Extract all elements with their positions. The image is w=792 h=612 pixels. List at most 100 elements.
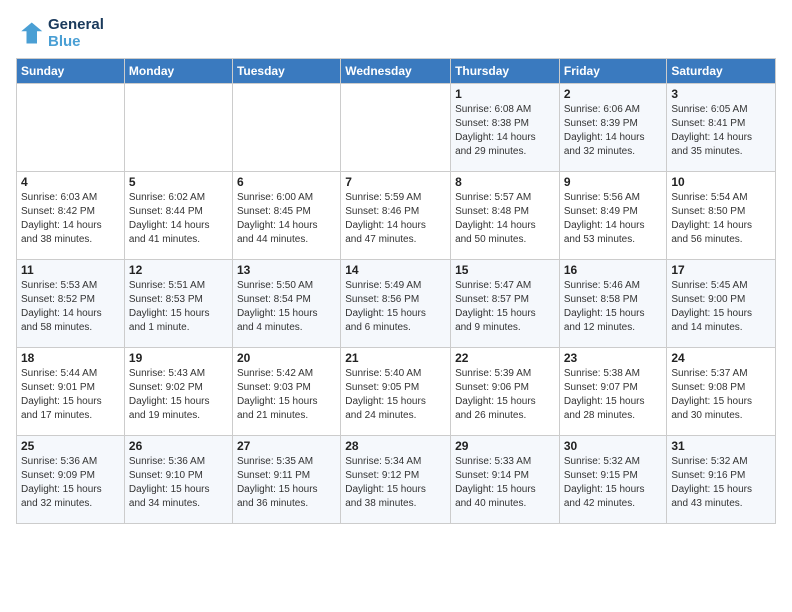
day-number: 17 xyxy=(671,263,771,277)
day-number: 9 xyxy=(564,175,663,189)
calendar-cell: 19Sunrise: 5:43 AM Sunset: 9:02 PM Dayli… xyxy=(124,348,232,436)
calendar-table: SundayMondayTuesdayWednesdayThursdayFrid… xyxy=(16,58,776,524)
page-header: General Blue xyxy=(16,16,776,50)
cell-info: Sunrise: 5:42 AM Sunset: 9:03 PM Dayligh… xyxy=(237,367,336,423)
cell-info: Sunrise: 5:32 AM Sunset: 9:16 PM Dayligh… xyxy=(671,455,771,511)
calendar-cell: 3 Sunrise: 6:05 AM Sunset: 8:41 PM Daylig… xyxy=(667,84,776,172)
calendar-cell: 9 Sunrise: 5:56 AM Sunset: 8:49 PM Daylig… xyxy=(559,172,667,260)
cell-info: Sunrise: 5:45 AM Sunset: 9:00 PM Dayligh… xyxy=(671,279,771,335)
calendar-cell: 7 Sunrise: 5:59 AM Sunset: 8:46 PM Daylig… xyxy=(341,172,451,260)
day-number: 25 xyxy=(21,439,120,453)
calendar-cell: 18Sunrise: 5:44 AM Sunset: 9:01 PM Dayli… xyxy=(17,348,125,436)
day-number: 6 xyxy=(237,175,336,189)
calendar-cell: 11 Sunrise: 5:53 AM Sunset: 8:52 PM Dayli… xyxy=(17,260,125,348)
cell-info: Sunrise: 5:57 AM Sunset: 8:48 PM Dayligh… xyxy=(455,191,555,247)
day-header-sunday: Sunday xyxy=(17,59,125,84)
calendar-cell: 14Sunrise: 5:49 AM Sunset: 8:56 PM Dayli… xyxy=(341,260,451,348)
day-number: 3 xyxy=(671,87,771,101)
cell-info: Sunrise: 6:03 AM Sunset: 8:42 PM Dayligh… xyxy=(21,191,120,247)
cell-info: Sunrise: 5:33 AM Sunset: 9:14 PM Dayligh… xyxy=(455,455,555,511)
calendar-cell: 27 Sunrise: 5:35 AM Sunset: 9:11 PM Dayli… xyxy=(232,436,340,524)
calendar-week-row: 4 Sunrise: 6:03 AM Sunset: 8:42 PM Daylig… xyxy=(17,172,776,260)
day-number: 26 xyxy=(129,439,228,453)
cell-info: Sunrise: 5:36 AM Sunset: 9:10 PM Dayligh… xyxy=(129,455,228,511)
day-number: 10 xyxy=(671,175,771,189)
calendar-cell: 15 Sunrise: 5:47 AM Sunset: 8:57 PM Dayli… xyxy=(451,260,560,348)
day-number: 1 xyxy=(455,87,555,101)
calendar-header-row: SundayMondayTuesdayWednesdayThursdayFrid… xyxy=(17,59,776,84)
day-number: 15 xyxy=(455,263,555,277)
calendar-week-row: 11 Sunrise: 5:53 AM Sunset: 8:52 PM Dayli… xyxy=(17,260,776,348)
day-header-friday: Friday xyxy=(559,59,667,84)
day-number: 21 xyxy=(345,351,446,365)
cell-info: Sunrise: 5:46 AM Sunset: 8:58 PM Dayligh… xyxy=(564,279,663,335)
day-number: 27 xyxy=(237,439,336,453)
day-number: 13 xyxy=(237,263,336,277)
calendar-cell: 31 Sunrise: 5:32 AM Sunset: 9:16 PM Dayli… xyxy=(667,436,776,524)
cell-info: Sunrise: 6:00 AM Sunset: 8:45 PM Dayligh… xyxy=(237,191,336,247)
day-header-thursday: Thursday xyxy=(451,59,560,84)
cell-info: Sunrise: 5:34 AM Sunset: 9:12 PM Dayligh… xyxy=(345,455,446,511)
cell-info: Sunrise: 6:05 AM Sunset: 8:41 PM Dayligh… xyxy=(671,103,771,159)
calendar-cell: 28 Sunrise: 5:34 AM Sunset: 9:12 PM Dayli… xyxy=(341,436,451,524)
cell-info: Sunrise: 6:08 AM Sunset: 8:38 PM Dayligh… xyxy=(455,103,555,159)
cell-info: Sunrise: 5:36 AM Sunset: 9:09 PM Dayligh… xyxy=(21,455,120,511)
calendar-cell: 22 Sunrise: 5:39 AM Sunset: 9:06 PM Dayli… xyxy=(451,348,560,436)
calendar-cell: 1 Sunrise: 6:08 AM Sunset: 8:38 PM Daylig… xyxy=(451,84,560,172)
day-number: 2 xyxy=(564,87,663,101)
day-number: 31 xyxy=(671,439,771,453)
calendar-cell xyxy=(17,84,125,172)
calendar-cell: 4 Sunrise: 6:03 AM Sunset: 8:42 PM Daylig… xyxy=(17,172,125,260)
cell-info: Sunrise: 6:06 AM Sunset: 8:39 PM Dayligh… xyxy=(564,103,663,159)
calendar-cell xyxy=(232,84,340,172)
calendar-cell: 21 Sunrise: 5:40 AM Sunset: 9:05 PM Dayli… xyxy=(341,348,451,436)
day-number: 24 xyxy=(671,351,771,365)
logo: General Blue xyxy=(16,16,104,50)
calendar-cell: 25 Sunrise: 5:36 AM Sunset: 9:09 PM Dayli… xyxy=(17,436,125,524)
day-header-monday: Monday xyxy=(124,59,232,84)
cell-info: Sunrise: 5:56 AM Sunset: 8:49 PM Dayligh… xyxy=(564,191,663,247)
calendar-cell: 24Sunrise: 5:37 AM Sunset: 9:08 PM Dayli… xyxy=(667,348,776,436)
cell-info: Sunrise: 5:39 AM Sunset: 9:06 PM Dayligh… xyxy=(455,367,555,423)
day-number: 14 xyxy=(345,263,446,277)
calendar-cell: 23Sunrise: 5:38 AM Sunset: 9:07 PM Dayli… xyxy=(559,348,667,436)
calendar-week-row: 25 Sunrise: 5:36 AM Sunset: 9:09 PM Dayli… xyxy=(17,436,776,524)
cell-info: Sunrise: 5:54 AM Sunset: 8:50 PM Dayligh… xyxy=(671,191,771,247)
calendar-cell: 29Sunrise: 5:33 AM Sunset: 9:14 PM Dayli… xyxy=(451,436,560,524)
cell-info: Sunrise: 5:35 AM Sunset: 9:11 PM Dayligh… xyxy=(237,455,336,511)
logo-text: General Blue xyxy=(48,16,104,50)
day-number: 19 xyxy=(129,351,228,365)
day-number: 28 xyxy=(345,439,446,453)
calendar-cell: 16Sunrise: 5:46 AM Sunset: 8:58 PM Dayli… xyxy=(559,260,667,348)
day-header-wednesday: Wednesday xyxy=(341,59,451,84)
calendar-cell: 2 Sunrise: 6:06 AM Sunset: 8:39 PM Daylig… xyxy=(559,84,667,172)
day-number: 12 xyxy=(129,263,228,277)
calendar-cell: 12 Sunrise: 5:51 AM Sunset: 8:53 PM Dayli… xyxy=(124,260,232,348)
day-number: 5 xyxy=(129,175,228,189)
calendar-cell: 8 Sunrise: 5:57 AM Sunset: 8:48 PM Daylig… xyxy=(451,172,560,260)
day-number: 4 xyxy=(21,175,120,189)
calendar-cell xyxy=(124,84,232,172)
logo-icon xyxy=(16,19,44,47)
day-number: 18 xyxy=(21,351,120,365)
calendar-week-row: 18Sunrise: 5:44 AM Sunset: 9:01 PM Dayli… xyxy=(17,348,776,436)
day-number: 11 xyxy=(21,263,120,277)
day-header-tuesday: Tuesday xyxy=(232,59,340,84)
calendar-cell: 17 Sunrise: 5:45 AM Sunset: 9:00 PM Dayli… xyxy=(667,260,776,348)
cell-info: Sunrise: 5:59 AM Sunset: 8:46 PM Dayligh… xyxy=(345,191,446,247)
day-number: 30 xyxy=(564,439,663,453)
calendar-cell xyxy=(341,84,451,172)
calendar-cell: 30Sunrise: 5:32 AM Sunset: 9:15 PM Dayli… xyxy=(559,436,667,524)
day-number: 23 xyxy=(564,351,663,365)
cell-info: Sunrise: 5:47 AM Sunset: 8:57 PM Dayligh… xyxy=(455,279,555,335)
cell-info: Sunrise: 5:53 AM Sunset: 8:52 PM Dayligh… xyxy=(21,279,120,335)
day-number: 7 xyxy=(345,175,446,189)
day-number: 22 xyxy=(455,351,555,365)
day-number: 8 xyxy=(455,175,555,189)
day-number: 20 xyxy=(237,351,336,365)
cell-info: Sunrise: 5:40 AM Sunset: 9:05 PM Dayligh… xyxy=(345,367,446,423)
day-header-saturday: Saturday xyxy=(667,59,776,84)
cell-info: Sunrise: 5:51 AM Sunset: 8:53 PM Dayligh… xyxy=(129,279,228,335)
calendar-cell: 10 Sunrise: 5:54 AM Sunset: 8:50 PM Dayli… xyxy=(667,172,776,260)
calendar-cell: 6 Sunrise: 6:00 AM Sunset: 8:45 PM Daylig… xyxy=(232,172,340,260)
